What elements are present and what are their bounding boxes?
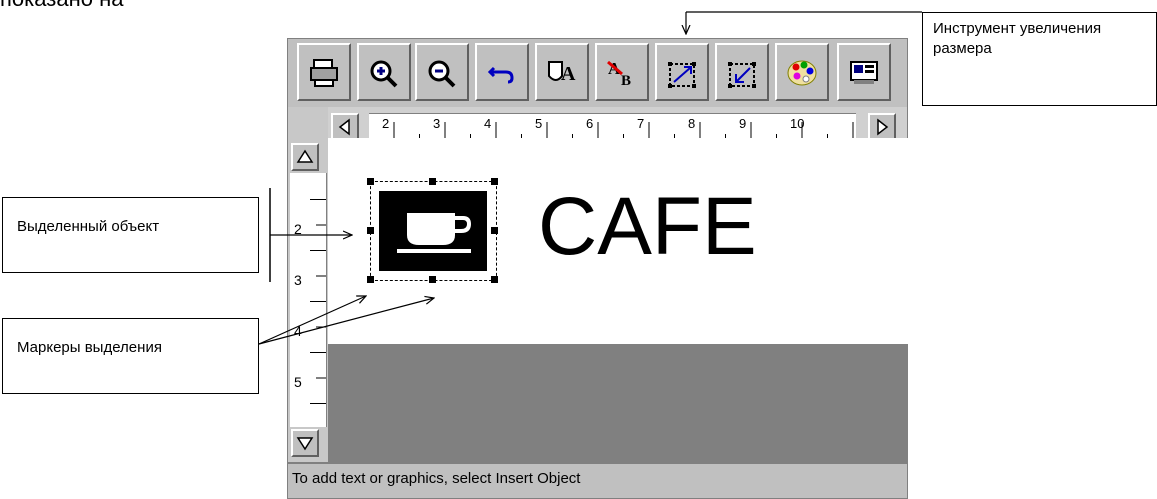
annotation-lines (258, 11, 922, 345)
